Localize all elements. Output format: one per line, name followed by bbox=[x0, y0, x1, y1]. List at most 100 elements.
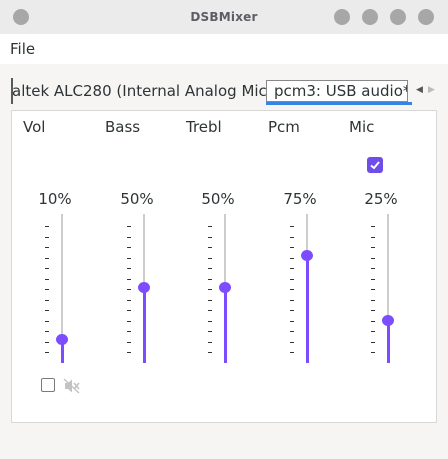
slider-tick bbox=[45, 247, 49, 248]
slider-tick bbox=[371, 237, 375, 238]
slider-tick bbox=[290, 237, 294, 238]
slider-tick bbox=[371, 247, 375, 248]
slider-tick bbox=[290, 321, 294, 322]
slider-tick bbox=[208, 226, 212, 227]
slider-tick bbox=[290, 310, 294, 311]
slider-tick bbox=[290, 300, 294, 301]
slider-tick bbox=[45, 331, 49, 332]
slider-tick bbox=[127, 268, 131, 269]
slider-tick bbox=[127, 331, 131, 332]
menu-file[interactable]: File bbox=[10, 40, 35, 58]
slider-tick bbox=[127, 226, 131, 227]
slider-tick bbox=[208, 352, 212, 353]
menu-bar bbox=[0, 34, 448, 64]
window-title: DSBMixer bbox=[190, 10, 258, 24]
slider-tick bbox=[45, 226, 49, 227]
close-button[interactable] bbox=[418, 9, 434, 25]
slider-fill-trebl bbox=[224, 287, 227, 363]
slider-tick bbox=[127, 237, 131, 238]
slider-fill-pcm bbox=[306, 255, 309, 363]
slider-tick bbox=[371, 321, 375, 322]
slider-tick bbox=[208, 268, 212, 269]
slider-tick bbox=[290, 279, 294, 280]
slider-tick bbox=[45, 279, 49, 280]
slider-tick bbox=[290, 258, 294, 259]
slider-tick bbox=[371, 258, 375, 259]
mute-checkbox[interactable] bbox=[41, 378, 55, 392]
slider-tick bbox=[290, 342, 294, 343]
slider-thumb-pcm[interactable] bbox=[301, 250, 313, 261]
slider-tick bbox=[290, 226, 294, 227]
slider-tick bbox=[127, 352, 131, 353]
speaker-muted-icon bbox=[63, 378, 80, 394]
slider-tick bbox=[371, 342, 375, 343]
slider-thumb-vol[interactable] bbox=[56, 334, 68, 345]
percent-vol: 10% bbox=[38, 190, 72, 208]
restore-button[interactable] bbox=[390, 9, 406, 25]
slider-tick bbox=[371, 331, 375, 332]
slider-tick bbox=[127, 279, 131, 280]
slider-tick bbox=[290, 268, 294, 269]
slider-tick bbox=[127, 310, 131, 311]
slider-tick bbox=[45, 258, 49, 259]
slider-tick bbox=[127, 247, 131, 248]
slider-tick bbox=[208, 310, 212, 311]
slider-tick bbox=[208, 342, 212, 343]
slider-tick bbox=[45, 268, 49, 269]
active-tab-indicator bbox=[266, 102, 412, 105]
channel-label-bass: Bass bbox=[105, 118, 141, 136]
slider-tick bbox=[371, 289, 375, 290]
slider-tick bbox=[127, 258, 131, 259]
tab-internal-mic[interactable]: altek ALC280 (Internal Analog Mic) bbox=[12, 82, 273, 100]
slider-tick bbox=[290, 331, 294, 332]
slider-tick bbox=[208, 258, 212, 259]
slider-tick bbox=[127, 342, 131, 343]
slider-tick bbox=[127, 321, 131, 322]
slider-tick bbox=[371, 310, 375, 311]
slider-tick bbox=[208, 321, 212, 322]
status-area bbox=[0, 425, 448, 459]
percent-mic: 25% bbox=[364, 190, 398, 208]
title-bar: DSBMixer bbox=[0, 0, 448, 34]
slider-tick bbox=[208, 331, 212, 332]
slider-fill-mic bbox=[387, 320, 390, 363]
slider-tick bbox=[45, 321, 49, 322]
slider-fill-bass bbox=[143, 287, 146, 363]
slider-thumb-mic[interactable] bbox=[382, 315, 394, 326]
slider-tick bbox=[45, 300, 49, 301]
slider-tick bbox=[45, 342, 49, 343]
slider-tick bbox=[371, 300, 375, 301]
slider-tick bbox=[208, 247, 212, 248]
slider-thumb-trebl[interactable] bbox=[219, 282, 231, 293]
slider-tick bbox=[45, 352, 49, 353]
channel-label-trebl: Trebl bbox=[186, 118, 222, 136]
slider-tick bbox=[208, 300, 212, 301]
slider-tick bbox=[127, 300, 131, 301]
slider-tick bbox=[45, 289, 49, 290]
slider-tick bbox=[290, 247, 294, 248]
slider-tick bbox=[371, 226, 375, 227]
percent-pcm: 75% bbox=[283, 190, 317, 208]
channel-label-vol: Vol bbox=[23, 118, 46, 136]
tab-usb-audio[interactable]: pcm3: USB audio* bbox=[266, 80, 408, 102]
percent-trebl: 50% bbox=[201, 190, 235, 208]
slider-tick bbox=[371, 279, 375, 280]
slider-tick bbox=[208, 289, 212, 290]
slider-tick bbox=[208, 237, 212, 238]
maximize-button[interactable] bbox=[362, 9, 378, 25]
channel-label-mic: Mic bbox=[349, 118, 375, 136]
percent-bass: 50% bbox=[120, 190, 154, 208]
slider-tick bbox=[290, 352, 294, 353]
tab-scroll-left-icon[interactable]: ◀ bbox=[416, 85, 423, 95]
slider-thumb-bass[interactable] bbox=[138, 282, 150, 293]
slider-tick bbox=[371, 268, 375, 269]
slider-tick bbox=[371, 352, 375, 353]
slider-tick bbox=[290, 289, 294, 290]
mic-record-checkbox[interactable] bbox=[367, 157, 383, 173]
minimize-button[interactable] bbox=[334, 9, 350, 25]
checkmark-icon bbox=[370, 161, 380, 170]
tab-scroll-right-icon[interactable]: ▶ bbox=[428, 85, 435, 95]
slider-tick bbox=[45, 310, 49, 311]
slider-tick bbox=[208, 279, 212, 280]
slider-tick bbox=[45, 237, 49, 238]
